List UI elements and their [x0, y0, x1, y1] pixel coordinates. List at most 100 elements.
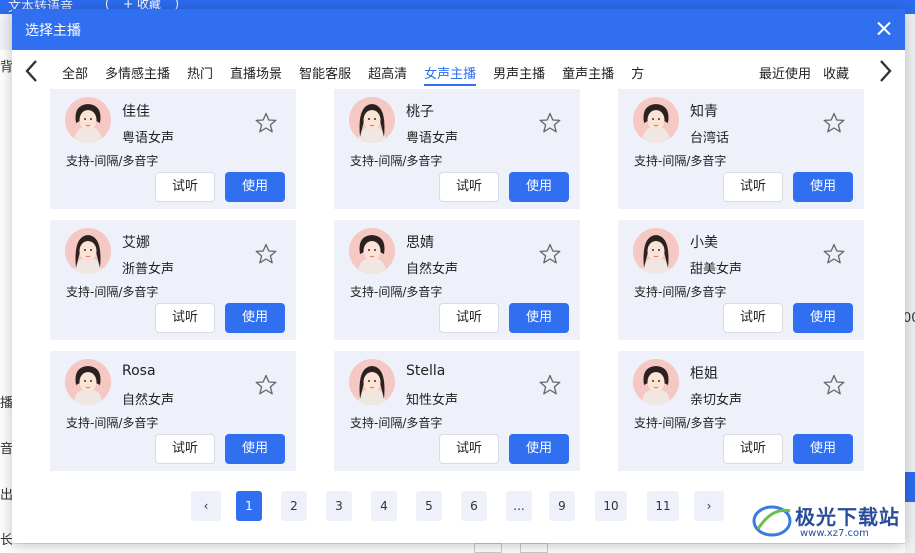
anchor-card[interactable]: 柜姐 亲切女声 支持-间隔/多音字 试听 使用	[618, 351, 864, 471]
page-button[interactable]: 9	[549, 491, 575, 521]
voice-type: 浙普女声	[122, 262, 175, 277]
use-button[interactable]: 使用	[793, 303, 853, 333]
use-button[interactable]: 使用	[225, 172, 285, 202]
support-text: 支持-间隔/多音字	[634, 285, 727, 299]
anchor-card[interactable]: 知青 台湾话 支持-间隔/多音字 试听 使用	[618, 89, 864, 209]
use-button[interactable]: 使用	[509, 434, 569, 464]
page-button[interactable]: 2	[281, 491, 307, 521]
voice-type: 自然女声	[406, 262, 459, 277]
voice-type: 粤语女声	[406, 131, 459, 146]
tabs-viewport: 全部 多情感主播 热门 直播场景 智能客服 超高清 女声主播 男声主播 童声主播方	[52, 50, 757, 90]
background-label: 背	[0, 60, 12, 75]
anchor-name: 佳佳	[122, 104, 150, 120]
use-button[interactable]: 使用	[225, 434, 285, 464]
anchor-name: Stella	[406, 363, 446, 379]
listen-button[interactable]: 试听	[439, 172, 499, 202]
listen-button[interactable]: 试听	[155, 172, 215, 202]
page-button[interactable]: 3	[326, 491, 352, 521]
use-button[interactable]: 使用	[509, 303, 569, 333]
avatar	[65, 97, 111, 143]
anchor-name: Rosa	[122, 363, 156, 379]
tab-item[interactable]: 方	[631, 63, 644, 84]
tab-item[interactable]: 多情感主播	[105, 63, 170, 84]
dialog-title: 选择主播	[25, 23, 81, 39]
star-outline-icon[interactable]	[538, 373, 562, 397]
voice-type: 自然女声	[122, 393, 175, 408]
page-button[interactable]: 10	[595, 491, 627, 521]
listen-button[interactable]: 试听	[723, 172, 783, 202]
anchor-name: 思婧	[406, 235, 434, 251]
star-outline-icon[interactable]	[822, 373, 846, 397]
tab-item[interactable]: 童声主播	[562, 63, 614, 84]
avatar	[349, 97, 395, 143]
page-button[interactable]: 5	[416, 491, 442, 521]
star-outline-icon[interactable]	[822, 242, 846, 266]
chevron-right-icon[interactable]	[873, 58, 897, 84]
fixed-tabs: 最近使用 收藏	[759, 63, 861, 84]
avatar	[65, 228, 111, 274]
support-text: 支持-间隔/多音字	[66, 416, 159, 430]
background-label: 播	[0, 396, 12, 411]
star-outline-icon[interactable]	[254, 111, 278, 135]
star-outline-icon[interactable]	[254, 242, 278, 266]
page-button[interactable]: 6	[461, 491, 487, 521]
support-text: 支持-间隔/多音字	[350, 416, 443, 430]
listen-button[interactable]: 试听	[439, 303, 499, 333]
tab-item[interactable]: 男声主播	[493, 63, 545, 84]
prev-page-button[interactable]: ‹	[191, 491, 221, 521]
voice-type: 知性女声	[406, 393, 459, 408]
tab-item[interactable]: 全部	[62, 63, 88, 84]
avatar	[633, 359, 679, 405]
listen-button[interactable]: 试听	[439, 434, 499, 464]
listen-button[interactable]: 试听	[155, 303, 215, 333]
use-button[interactable]: 使用	[509, 172, 569, 202]
star-outline-icon[interactable]	[538, 111, 562, 135]
voice-type: 粤语女声	[122, 131, 175, 146]
anchor-card-grid: 佳佳 粤语女声 支持-间隔/多音字 试听 使用 桃子 粤语女声 支持-间隔/多音…	[50, 89, 865, 478]
tab-item[interactable]: 智能客服	[299, 63, 351, 84]
anchor-card[interactable]: 佳佳 粤语女声 支持-间隔/多音字 试听 使用	[50, 89, 296, 209]
anchor-card[interactable]: Rosa 自然女声 支持-间隔/多音字 试听 使用	[50, 351, 296, 471]
listen-button[interactable]: 试听	[723, 434, 783, 464]
select-anchor-dialog: 选择主播 全部 多情感主播 热门 直播场景 智能客服 超高清 女声主播 男声主播 童声主播方 最…	[12, 9, 905, 543]
avatar	[633, 228, 679, 274]
anchor-card[interactable]: 小美 甜美女声 支持-间隔/多音字 试听 使用	[618, 220, 864, 340]
dialog-header: 选择主播	[12, 9, 905, 50]
voice-type: 甜美女声	[690, 262, 743, 277]
tab-item[interactable]: 女声主播	[424, 63, 477, 86]
anchor-card[interactable]: 桃子 粤语女声 支持-间隔/多音字 试听 使用	[334, 89, 580, 209]
tab-recent[interactable]: 最近使用	[759, 63, 811, 84]
anchor-card[interactable]: 艾娜 浙普女声 支持-间隔/多音字 试听 使用	[50, 220, 296, 340]
tab-favorites[interactable]: 收藏	[823, 63, 849, 84]
page-button[interactable]: 11	[647, 491, 679, 521]
tab-item[interactable]: 热门	[187, 63, 213, 84]
listen-button[interactable]: 试听	[723, 303, 783, 333]
avatar	[633, 97, 679, 143]
close-icon[interactable]	[873, 18, 895, 40]
background-control[interactable]	[474, 543, 502, 553]
page-button[interactable]: 1	[236, 491, 262, 521]
background-label: 出	[0, 488, 12, 503]
use-button[interactable]: 使用	[225, 303, 285, 333]
avatar	[65, 359, 111, 405]
star-outline-icon[interactable]	[254, 373, 278, 397]
next-page-button[interactable]: ›	[694, 491, 724, 521]
anchor-name: 柜姐	[690, 366, 718, 382]
background-control[interactable]	[520, 543, 548, 553]
use-button[interactable]: 使用	[793, 434, 853, 464]
listen-button[interactable]: 试听	[155, 434, 215, 464]
tab-item[interactable]: 超高清	[368, 63, 407, 84]
tab-item[interactable]: 直播场景	[230, 63, 282, 84]
star-outline-icon[interactable]	[822, 111, 846, 135]
support-text: 支持-间隔/多音字	[350, 285, 443, 299]
page-ellipsis[interactable]: ...	[506, 491, 532, 521]
anchor-name: 桃子	[406, 104, 434, 120]
star-outline-icon[interactable]	[538, 242, 562, 266]
use-button[interactable]: 使用	[793, 172, 853, 202]
page-button[interactable]: 4	[371, 491, 397, 521]
chevron-left-icon[interactable]	[20, 58, 44, 84]
anchor-card[interactable]: Stella 知性女声 支持-间隔/多音字 试听 使用	[334, 351, 580, 471]
support-text: 支持-间隔/多音字	[350, 154, 443, 168]
voice-type: 亲切女声	[690, 393, 743, 408]
anchor-card[interactable]: 思婧 自然女声 支持-间隔/多音字 试听 使用	[334, 220, 580, 340]
